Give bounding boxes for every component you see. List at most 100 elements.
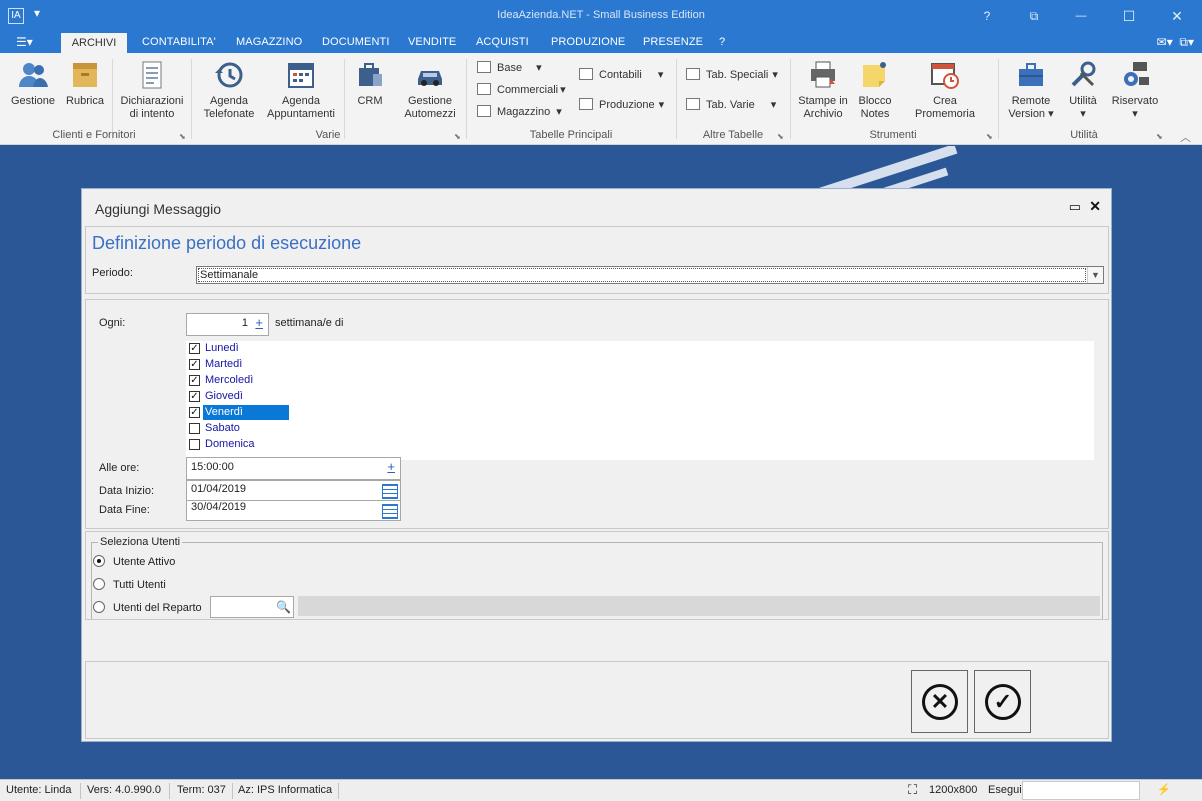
alle-ore-label: Alle ore: bbox=[99, 462, 140, 474]
commerciali-label: Commerciali bbox=[497, 84, 559, 96]
data-inizio-value: 01/04/2019 bbox=[191, 483, 247, 495]
gestione-automezzi-button[interactable]: Gestione Automezzi bbox=[400, 59, 460, 121]
day-item-venerdi[interactable]: ✓ Venerdì bbox=[189, 405, 289, 421]
esegui-input[interactable] bbox=[1022, 781, 1140, 800]
checkbox-checked-icon[interactable]: ✓ bbox=[189, 359, 200, 370]
day-item-sabato[interactable]: Sabato bbox=[189, 421, 289, 437]
collapse-ribbon-icon[interactable]: ︿ bbox=[1180, 129, 1191, 145]
checkbox-unchecked-icon[interactable] bbox=[189, 423, 200, 434]
cancel-button[interactable]: ✕ bbox=[911, 670, 968, 733]
day-item-domenica[interactable]: Domenica bbox=[189, 437, 289, 453]
day-item-giovedi[interactable]: ✓ Giovedì bbox=[189, 389, 289, 405]
agenda-telefonate-button[interactable]: Agenda Telefonate bbox=[198, 59, 260, 121]
magazzino-button[interactable]: Magazzino ▾ bbox=[477, 105, 562, 119]
minimize-button[interactable]: — bbox=[1058, 0, 1104, 32]
blocco-notes-label-2: Notes bbox=[860, 108, 890, 120]
alle-ore-field[interactable]: 15:00:00 + bbox=[186, 457, 401, 480]
status-separator bbox=[232, 783, 233, 799]
day-label: Martedì bbox=[205, 358, 243, 370]
tab-produzione[interactable]: PRODUZIONE bbox=[551, 36, 625, 48]
checkbox-checked-icon[interactable]: ✓ bbox=[189, 375, 200, 386]
ribbon-separator bbox=[466, 59, 467, 139]
data-inizio-field[interactable]: 01/04/2019 bbox=[186, 480, 401, 501]
status-separator bbox=[338, 783, 339, 799]
remote-version-button[interactable]: Remote Version ▾ bbox=[1006, 59, 1056, 121]
rubrica-button[interactable]: Rubrica bbox=[62, 59, 108, 108]
periodo-select[interactable]: Settimanale ▼ bbox=[196, 266, 1104, 284]
day-item-martedi[interactable]: ✓ Martedì bbox=[189, 357, 289, 373]
tab-documenti[interactable]: DOCUMENTI bbox=[322, 36, 390, 48]
help-button[interactable]: ? bbox=[964, 0, 1010, 32]
checkbox-unchecked-icon[interactable] bbox=[189, 439, 200, 450]
checkbox-checked-icon[interactable]: ✓ bbox=[189, 343, 200, 354]
day-item-lunedi[interactable]: ✓ Lunedì bbox=[189, 341, 289, 357]
mail-icon[interactable]: ✉▾ ⧉▾ bbox=[1157, 35, 1194, 50]
agenda-appuntamenti-button[interactable]: Agenda Appuntamenti bbox=[264, 59, 338, 121]
group-launcher-icon[interactable]: ⬊ bbox=[1156, 132, 1163, 141]
gestione-automezzi-label-2: Automezzi bbox=[404, 108, 456, 120]
group-launcher-icon[interactable]: ⬊ bbox=[454, 132, 461, 141]
gestione-button[interactable]: Gestione bbox=[8, 59, 58, 108]
tab-speciali-button[interactable]: Tab. Speciali ▾ bbox=[686, 68, 778, 82]
tab-varie-button[interactable]: Tab. Varie ▾ bbox=[686, 98, 776, 112]
tab-vendite[interactable]: VENDITE bbox=[408, 36, 456, 48]
plus-icon[interactable]: + bbox=[387, 459, 395, 474]
tab-magazzino[interactable]: MAGAZZINO bbox=[236, 36, 302, 48]
tab-presenze[interactable]: PRESENZE bbox=[643, 36, 703, 48]
crea-promemoria-button[interactable]: Crea Promemoria bbox=[902, 59, 988, 121]
group-launcher-icon[interactable]: ⬊ bbox=[777, 132, 784, 141]
dialog-maximize-icon[interactable]: ▭ bbox=[1069, 199, 1081, 215]
riservato-button[interactable]: Riservato ▾ bbox=[1108, 59, 1162, 121]
tab-help[interactable]: ? bbox=[719, 36, 725, 48]
dichiarazioni-label-2: di intento bbox=[129, 108, 175, 120]
menu-bar: ☰▾ ARCHIVI CONTABILITA' MAGAZZINO DOCUME… bbox=[0, 32, 1202, 53]
ribbon-separator bbox=[790, 59, 791, 139]
utilita-button[interactable]: Utilità ▾ bbox=[1062, 59, 1104, 121]
plus-icon[interactable]: + bbox=[255, 315, 263, 330]
calendar-icon[interactable] bbox=[382, 484, 398, 499]
close-button[interactable]: ✕ bbox=[1154, 0, 1200, 32]
table-icon bbox=[579, 98, 593, 110]
group-label-strumenti: Strumenti bbox=[869, 129, 917, 141]
maximize-button[interactable]: ☐ bbox=[1106, 0, 1152, 32]
dichiarazioni-button[interactable]: Dichiarazioni di intento bbox=[118, 59, 186, 121]
radio-unselected-icon[interactable] bbox=[93, 601, 105, 613]
base-button[interactable]: Base ▾ bbox=[477, 61, 542, 75]
restore-layout-button[interactable]: ⧉ bbox=[1011, 0, 1057, 32]
ribbon-separator bbox=[191, 59, 192, 139]
ribbon-separator bbox=[112, 59, 113, 139]
checkbox-checked-icon[interactable]: ✓ bbox=[189, 407, 200, 418]
crm-button[interactable]: CRM bbox=[350, 59, 390, 108]
gestione-automezzi-label-1: Gestione bbox=[407, 95, 453, 107]
fullscreen-icon[interactable]: ⛶ bbox=[908, 782, 917, 798]
radio-selected-icon[interactable] bbox=[93, 555, 105, 567]
dialog-close-icon[interactable]: ✕ bbox=[1089, 198, 1101, 215]
checkbox-checked-icon[interactable]: ✓ bbox=[189, 391, 200, 402]
radio-unselected-icon[interactable] bbox=[93, 578, 105, 590]
calendar-icon[interactable] bbox=[382, 504, 398, 519]
lightning-icon[interactable]: ⚡ bbox=[1157, 783, 1171, 796]
radio-utente-attivo[interactable]: Utente Attivo bbox=[93, 554, 333, 570]
contabili-button[interactable]: Contabili ▾ bbox=[579, 68, 663, 82]
search-icon[interactable]: 🔍 bbox=[276, 600, 291, 614]
chevron-down-icon[interactable]: ▼ bbox=[1087, 267, 1103, 283]
confirm-button[interactable]: ✓ bbox=[974, 670, 1031, 733]
stampe-archivio-button[interactable]: Stampe in Archivio bbox=[796, 59, 850, 121]
ribbon-separator bbox=[676, 59, 677, 139]
day-item-mercoledi[interactable]: ✓ Mercoledì bbox=[189, 373, 289, 389]
tab-archivi[interactable]: ARCHIVI bbox=[61, 33, 127, 53]
tab-acquisti[interactable]: ACQUISTI bbox=[476, 36, 529, 48]
reparto-search-input[interactable]: 🔍 bbox=[210, 596, 294, 618]
group-launcher-icon[interactable]: ⬊ bbox=[179, 132, 186, 141]
group-label-tabelle-principali: Tabelle Principali bbox=[529, 129, 613, 141]
app-menu-icon[interactable]: ☰▾ bbox=[16, 35, 33, 49]
blocco-notes-button[interactable]: Blocco Notes bbox=[854, 59, 896, 121]
commerciali-button[interactable]: Commerciali ▾ bbox=[477, 83, 566, 97]
radio-tutti-utenti[interactable]: Tutti Utenti bbox=[93, 577, 333, 593]
reparto-description-field bbox=[298, 596, 1100, 616]
data-fine-field[interactable]: 30/04/2019 bbox=[186, 500, 401, 521]
ogni-stepper[interactable]: 1 + bbox=[186, 313, 269, 336]
produzione-button[interactable]: Produzione ▾ bbox=[579, 98, 664, 112]
group-launcher-icon[interactable]: ⬊ bbox=[986, 132, 993, 141]
tab-contabilita[interactable]: CONTABILITA' bbox=[142, 36, 216, 48]
